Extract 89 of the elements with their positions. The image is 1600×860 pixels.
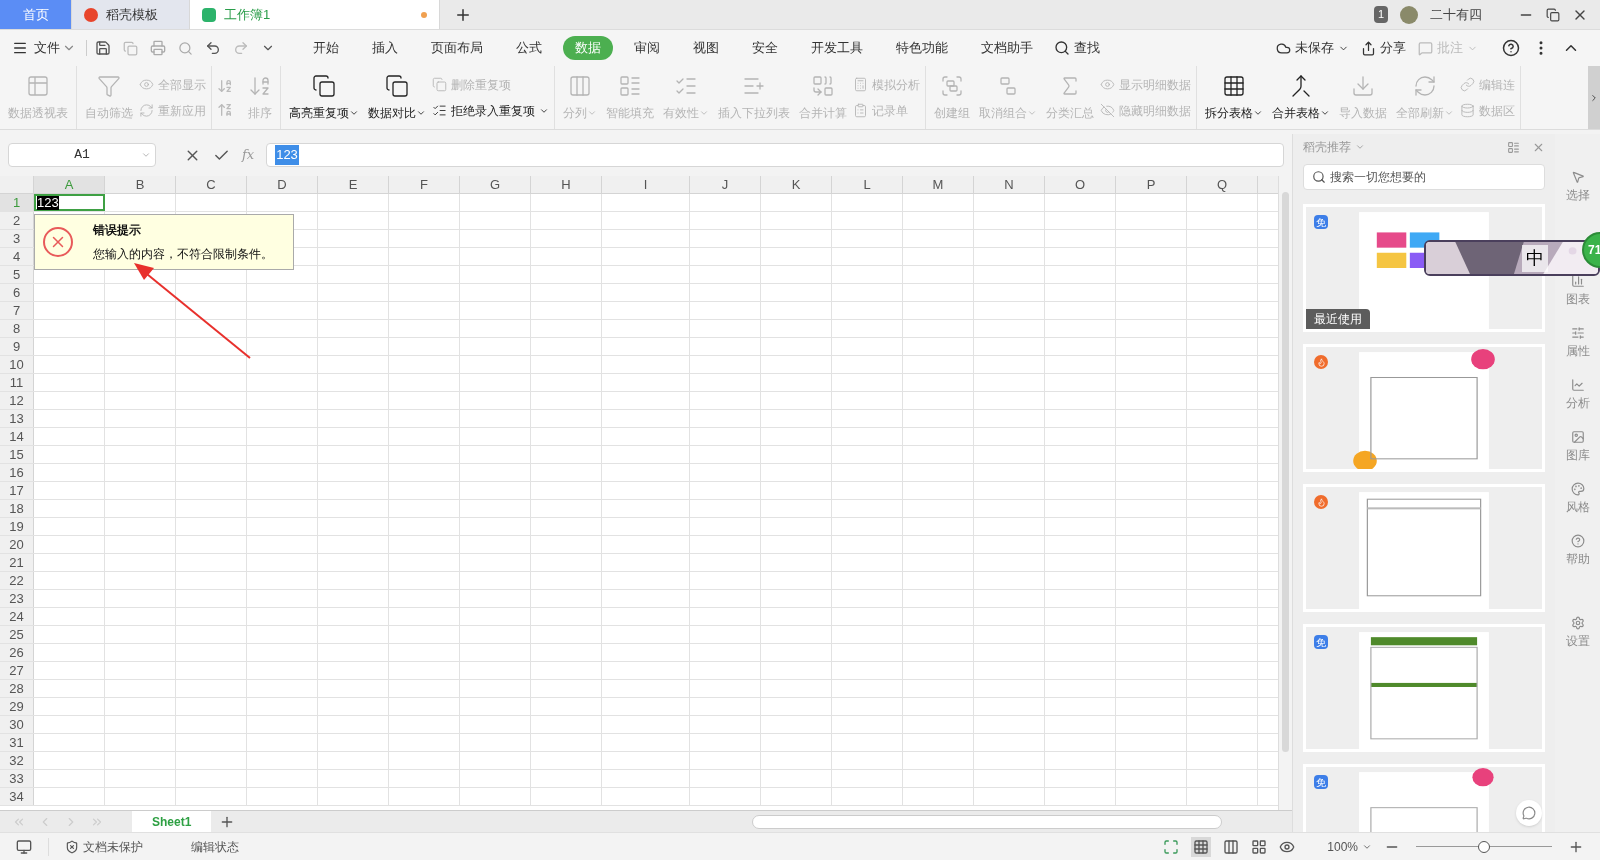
- row-header[interactable]: 14: [0, 428, 34, 445]
- window-count-badge[interactable]: 1: [1373, 6, 1388, 23]
- row-header[interactable]: 13: [0, 410, 34, 427]
- row-header[interactable]: 27: [0, 662, 34, 679]
- tab-label: 首页: [22, 5, 49, 24]
- zoom-level[interactable]: 100%: [1327, 837, 1372, 856]
- ribbon-tab[interactable]: 特色功能: [884, 36, 960, 60]
- row-header[interactable]: 2: [0, 212, 34, 229]
- ribbon-tab[interactable]: 页面布局: [419, 36, 495, 60]
- ribbon-button[interactable]: 拆分表格: [1202, 73, 1266, 122]
- column-header[interactable]: J: [690, 176, 761, 193]
- column-header[interactable]: C: [176, 176, 247, 193]
- toolbar-action[interactable]: 分享: [1361, 38, 1406, 58]
- row-header[interactable]: 29: [0, 698, 34, 715]
- template-card[interactable]: 免: [1303, 764, 1545, 832]
- row-header[interactable]: 9: [0, 338, 34, 355]
- protection-status[interactable]: 文档未保护: [48, 837, 143, 856]
- formula-field[interactable]: 123: [266, 143, 1284, 167]
- column-header[interactable]: I: [602, 176, 690, 193]
- row-header[interactable]: 4: [0, 248, 34, 265]
- active-cell[interactable]: 123: [34, 194, 105, 211]
- search-field[interactable]: 搜索一切您想要的: [1303, 164, 1545, 190]
- user-name[interactable]: 二十有四: [1430, 4, 1482, 25]
- row-header[interactable]: 20: [0, 536, 34, 553]
- ribbon-button[interactable]: 高亮重复项: [286, 73, 362, 122]
- row-header[interactable]: 23: [0, 590, 34, 607]
- tooltip-message: 您输入的内容，不符合限制条件。: [93, 246, 273, 263]
- column-header[interactable]: F: [389, 176, 460, 193]
- template-card[interactable]: 免: [1303, 624, 1545, 752]
- name-box[interactable]: A1: [8, 143, 156, 167]
- ribbon-button[interactable]: 拒绝录入重复项: [432, 101, 549, 120]
- free-badge: 免: [1314, 635, 1328, 649]
- free-badge: 免: [1314, 775, 1328, 789]
- row-header[interactable]: 11: [0, 374, 34, 391]
- row-header[interactable]: 10: [0, 356, 34, 373]
- column-header[interactable]: D: [247, 176, 318, 193]
- row-header[interactable]: 5: [0, 266, 34, 283]
- file-menu[interactable]: 文件: [34, 38, 60, 58]
- column-header[interactable]: K: [761, 176, 832, 193]
- column-header[interactable]: L: [832, 176, 903, 193]
- row-header[interactable]: 19: [0, 518, 34, 535]
- row-header[interactable]: 16: [0, 464, 34, 481]
- find-button[interactable]: 查找: [1054, 38, 1100, 58]
- row-header[interactable]: 15: [0, 446, 34, 463]
- tab-label: 工作簿1: [224, 5, 272, 24]
- row-header[interactable]: 28: [0, 680, 34, 697]
- row-header[interactable]: 32: [0, 752, 34, 769]
- column-header[interactable]: P: [1116, 176, 1187, 193]
- row-header[interactable]: 3: [0, 230, 34, 247]
- column-header[interactable]: E: [318, 176, 389, 193]
- ribbon-tab[interactable]: 开始: [301, 36, 351, 60]
- row-header[interactable]: 25: [0, 626, 34, 643]
- column-header[interactable]: G: [460, 176, 531, 193]
- row-header[interactable]: 22: [0, 572, 34, 589]
- ribbon-tab[interactable]: 审阅: [622, 36, 672, 60]
- tab-label: 稻壳模板: [106, 5, 159, 24]
- column-header[interactable]: M: [903, 176, 974, 193]
- column-header[interactable]: O: [1045, 176, 1116, 193]
- edit-mode: 编辑状态: [191, 838, 239, 856]
- ribbon-tab[interactable]: 插入: [360, 36, 410, 60]
- row-header[interactable]: 26: [0, 644, 34, 661]
- ribbon-tab[interactable]: 开发工具: [799, 36, 875, 60]
- document-tab[interactable]: 工作簿1: [190, 0, 440, 29]
- ribbon-button[interactable]: 数据对比: [365, 73, 429, 122]
- row-header[interactable]: 18: [0, 500, 34, 517]
- row-header[interactable]: 33: [0, 770, 34, 787]
- row-header[interactable]: 34: [0, 788, 34, 805]
- row-header[interactable]: 31: [0, 734, 34, 751]
- row-header[interactable]: 7: [0, 302, 34, 319]
- column-header[interactable]: Q: [1187, 176, 1258, 193]
- ribbon-button[interactable]: 合并表格: [1269, 73, 1333, 122]
- ribbon-tab[interactable]: 视图: [681, 36, 731, 60]
- document-tab[interactable]: 稻壳模板: [72, 0, 190, 29]
- sheet-tab[interactable]: Sheet1: [132, 811, 212, 832]
- column-header[interactable]: H: [531, 176, 602, 193]
- row-header[interactable]: 6: [0, 284, 34, 301]
- row-header[interactable]: 12: [0, 392, 34, 409]
- ribbon-tab[interactable]: 安全: [740, 36, 790, 60]
- row-header[interactable]: 17: [0, 482, 34, 499]
- ribbon-tab[interactable]: 公式: [504, 36, 554, 60]
- tooltip-title: 错误提示: [93, 222, 142, 239]
- row-header[interactable]: 24: [0, 608, 34, 625]
- row-header[interactable]: 8: [0, 320, 34, 337]
- row-header[interactable]: 21: [0, 554, 34, 571]
- ribbon-tab[interactable]: 文档助手: [969, 36, 1045, 60]
- column-header[interactable]: B: [105, 176, 176, 193]
- row-header[interactable]: 30: [0, 716, 34, 733]
- toolbar-action[interactable]: 未保存: [1276, 38, 1349, 58]
- column-header[interactable]: N: [974, 176, 1045, 193]
